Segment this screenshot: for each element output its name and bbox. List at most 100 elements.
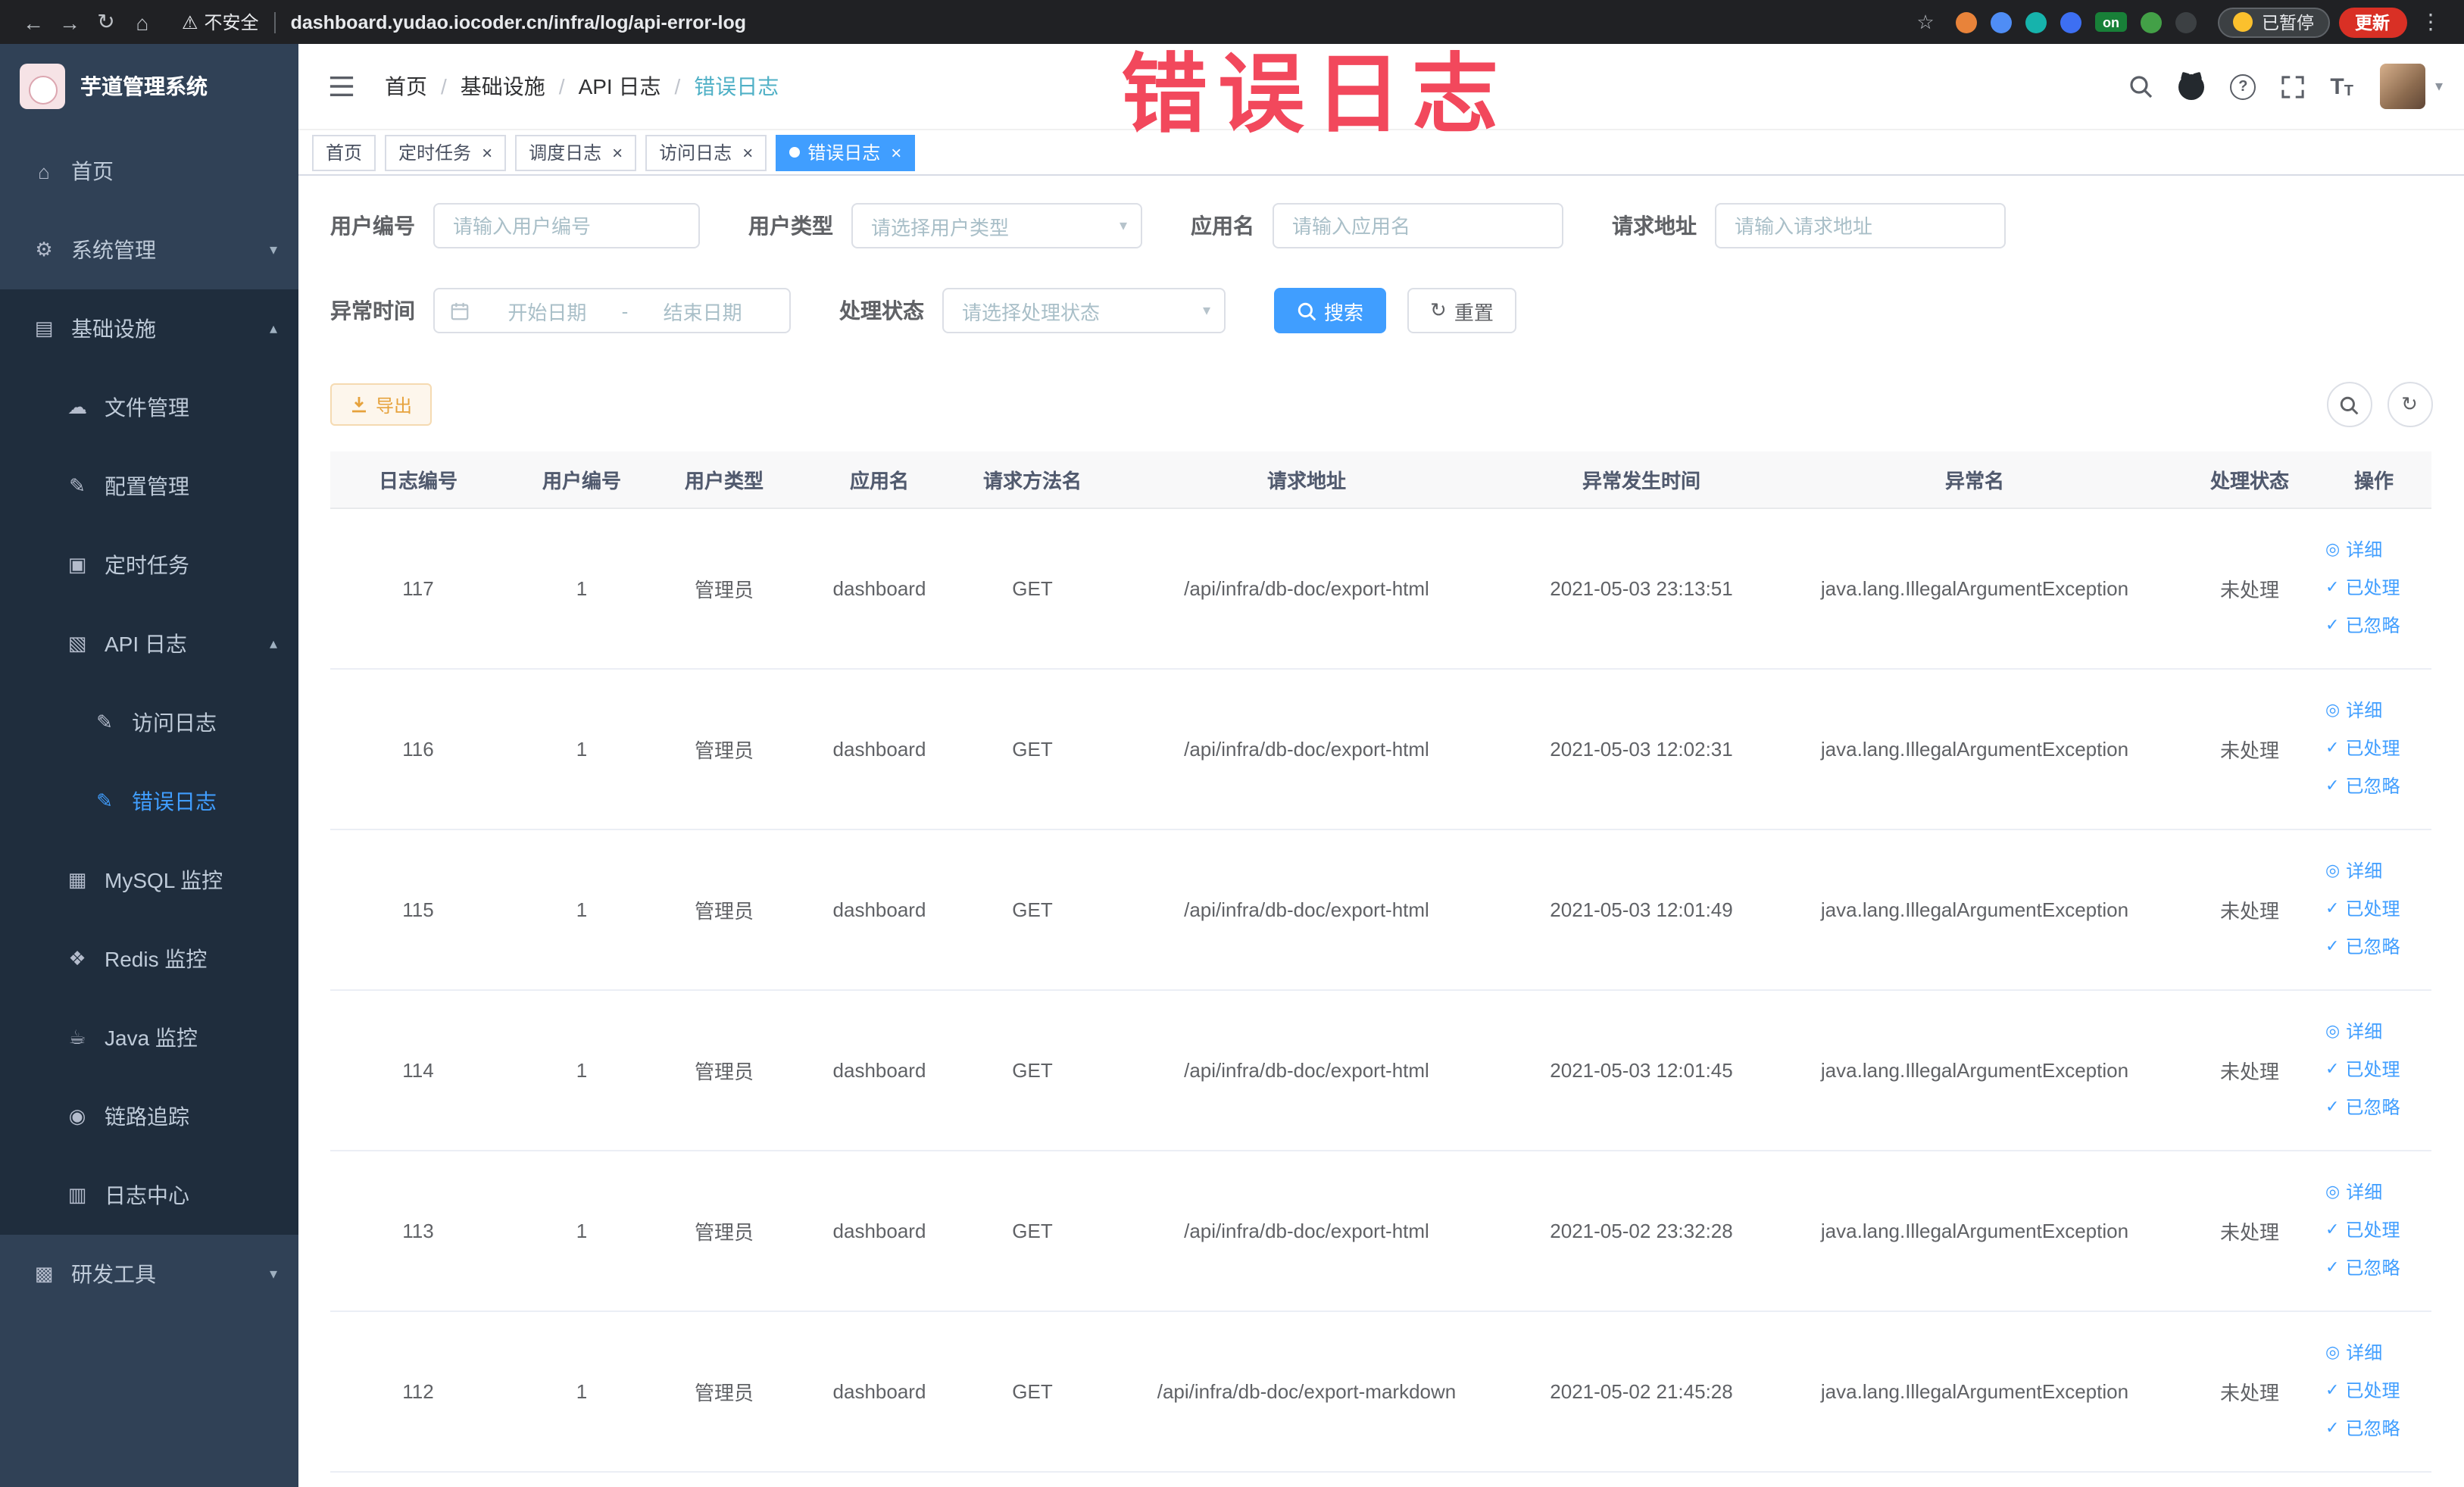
sidebar-item-java[interactable]: ☕ Java 监控 (0, 998, 298, 1077)
refresh-table-button[interactable]: ↻ (2387, 382, 2432, 427)
sidebar-item-label: 配置管理 (105, 474, 189, 498)
sidebar-item-home[interactable]: ⌂ 首页 (0, 132, 298, 211)
action-processed[interactable]: ✓ 已处理 (2325, 891, 2400, 927)
breadcrumb-item[interactable]: 基础设施 (461, 71, 545, 102)
breadcrumb-item[interactable]: 首页 (385, 71, 427, 102)
sidebar-item-file[interactable]: ☁ 文件管理 (0, 368, 298, 447)
action-label: 详细 (2346, 700, 2383, 721)
breadcrumb-item[interactable]: API 日志 (579, 71, 661, 102)
sidebar-item-config[interactable]: ✎ 配置管理 (0, 447, 298, 526)
toggle-search-button[interactable] (2326, 382, 2372, 427)
tab-job-log[interactable]: 调度日志 × (515, 134, 637, 170)
sidebar-item-label: 日志中心 (105, 1183, 189, 1207)
export-button[interactable]: 导出 (330, 383, 433, 426)
action-detail[interactable]: ◎ 详细 (2325, 1335, 2382, 1371)
action-ignored[interactable]: ✓ 已忽略 (2325, 1410, 2400, 1447)
extension-blue-icon[interactable] (1991, 11, 2012, 33)
action-ignored[interactable]: ✓ 已忽略 (2325, 1250, 2400, 1286)
search-button[interactable]: 搜索 (1274, 288, 1387, 333)
action-processed[interactable]: ✓ 已处理 (2325, 1212, 2400, 1248)
extension-orange-icon[interactable] (1956, 11, 1977, 33)
request-url-input[interactable] (1715, 203, 2006, 248)
cell-url: /api/infra/db-doc/export-html (1097, 829, 1516, 990)
caret-down-icon[interactable]: ▾ (2435, 78, 2443, 95)
sidebar-toggle-icon[interactable] (320, 76, 364, 97)
date-range-picker[interactable]: 开始日期 - 结束日期 (433, 288, 791, 333)
sidebar-item-error-log[interactable]: ✎ 错误日志 (0, 762, 298, 841)
action-detail[interactable]: ◎ 详细 (2325, 692, 2382, 729)
user-id-input[interactable] (433, 203, 700, 248)
action-label: 详细 (2346, 861, 2383, 882)
reload-icon[interactable]: ↻ (88, 9, 124, 35)
sidebar-item-mysql[interactable]: ▦ MySQL 监控 (0, 841, 298, 920)
sidebar-item-job[interactable]: ▣ 定时任务 (0, 526, 298, 604)
close-icon[interactable]: × (891, 143, 901, 161)
paused-extension-badge[interactable]: 已暂停 (2218, 7, 2329, 37)
close-icon[interactable]: × (482, 143, 492, 161)
row-actions: ◎ 详细 ✓ 已处理 ✓ 已忽略 (2322, 1174, 2425, 1286)
font-size-icon[interactable]: TT (2330, 73, 2353, 99)
extension-teal-icon[interactable] (2025, 11, 2047, 33)
check-icon: ✓ (2325, 739, 2340, 758)
action-processed[interactable]: ✓ 已处理 (2325, 1051, 2400, 1088)
browser-menu-icon[interactable]: ⋮ (2412, 9, 2449, 35)
action-processed[interactable]: ✓ 已处理 (2325, 570, 2400, 606)
user-avatar[interactable] (2380, 64, 2426, 109)
sidebar-item-infra[interactable]: ▤ 基础设施 ▴ (0, 289, 298, 368)
close-icon[interactable]: × (612, 143, 623, 161)
tab-job[interactable]: 定时任务 × (385, 134, 507, 170)
sidebar-item-redis[interactable]: ❖ Redis 监控 (0, 920, 298, 998)
check-icon: ✓ (2325, 1061, 2340, 1079)
action-label: 已处理 (2345, 898, 2400, 920)
update-button[interactable]: 更新 (2338, 7, 2406, 37)
action-processed[interactable]: ✓ 已处理 (2325, 730, 2400, 767)
help-icon[interactable]: ? (2230, 73, 2256, 99)
action-detail[interactable]: ◎ 详细 (2325, 1014, 2382, 1050)
browser-home-icon[interactable]: ⌂ (124, 10, 161, 34)
tab-home[interactable]: 首页 (312, 134, 376, 170)
tab-access-log[interactable]: 访问日志 × (645, 134, 767, 170)
table-toolbar: 导出 ↻ (330, 382, 2432, 427)
extension-green-icon[interactable] (2141, 11, 2162, 33)
github-icon[interactable] (2178, 73, 2205, 99)
security-label[interactable]: 不安全 (205, 9, 259, 35)
url-bar[interactable]: dashboard.yudao.iocoder.cn/infra/log/api… (291, 11, 746, 33)
user-type-select[interactable]: 请选择用户类型 ▾ (851, 203, 1142, 248)
cell-app: dashboard (791, 1150, 968, 1311)
process-status-select[interactable]: 请选择处理状态 ▾ (942, 288, 1226, 333)
app-name-input[interactable] (1273, 203, 1563, 248)
action-ignored[interactable]: ✓ 已忽略 (2325, 768, 2400, 804)
sidebar-item-log-center[interactable]: ▥ 日志中心 (0, 1156, 298, 1235)
action-processed[interactable]: ✓ 已处理 (2325, 1373, 2400, 1409)
reset-button[interactable]: ↻ 重置 (1407, 288, 1516, 333)
action-detail[interactable]: ◎ 详细 (2325, 532, 2382, 568)
refresh-icon: ↻ (2401, 392, 2418, 415)
forward-icon[interactable]: → (52, 10, 88, 34)
search-icon[interactable] (2128, 74, 2153, 98)
end-date-placeholder: 结束日期 (663, 301, 742, 323)
extension-on-badge-icon[interactable]: on (2095, 12, 2127, 32)
action-ignored[interactable]: ✓ 已忽略 (2325, 1089, 2400, 1126)
action-detail[interactable]: ◎ 详细 (2325, 853, 2382, 889)
action-detail[interactable]: ◎ 详细 (2325, 1174, 2382, 1211)
fullscreen-icon[interactable] (2281, 75, 2304, 98)
cell-id: 113 (330, 1150, 506, 1311)
sidebar-item-api-log[interactable]: ▧ API 日志 ▴ (0, 604, 298, 683)
action-label: 已处理 (2345, 577, 2400, 598)
back-icon[interactable]: ← (15, 10, 52, 34)
sidebar-item-access-log[interactable]: ✎ 访问日志 (0, 683, 298, 762)
extension-dark-icon[interactable] (2175, 11, 2197, 33)
sidebar-item-system[interactable]: ⚙ 系统管理 ▾ (0, 211, 298, 289)
action-ignored[interactable]: ✓ 已忽略 (2325, 608, 2400, 644)
sidebar-item-trace[interactable]: ◉ 链路追踪 (0, 1077, 298, 1156)
logo[interactable]: 芋道管理系统 (0, 44, 298, 129)
close-icon[interactable]: × (742, 143, 753, 161)
tab-error-log[interactable]: 错误日志 × (776, 134, 916, 170)
cell-id: 116 (330, 668, 506, 829)
bookmark-star-icon[interactable]: ☆ (1907, 10, 1944, 34)
sidebar-item-dev-tools[interactable]: ▩ 研发工具 ▾ (0, 1235, 298, 1314)
action-ignored[interactable]: ✓ 已忽略 (2325, 929, 2400, 965)
java-icon: ☕ (68, 1026, 86, 1048)
check-icon: ✓ (2325, 938, 2340, 956)
extension-indigo-icon[interactable] (2060, 11, 2081, 33)
